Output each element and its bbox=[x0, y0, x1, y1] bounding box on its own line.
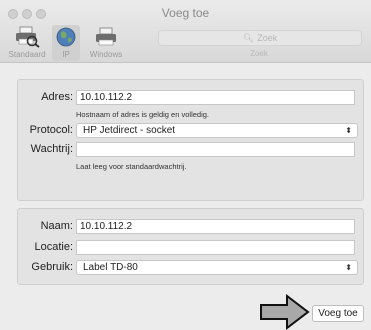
toolbar-item-label: Standaard bbox=[8, 50, 46, 59]
address-row: Adres: 10.10.112.2 bbox=[18, 90, 363, 105]
address-label: Adres: bbox=[41, 91, 73, 103]
queue-row: Wachtrij: bbox=[18, 142, 363, 157]
queue-label: Wachtrij: bbox=[30, 143, 73, 155]
annotation-arrow-icon bbox=[260, 294, 310, 330]
windows-printer-icon bbox=[96, 27, 116, 46]
protocol-value: HP Jetdirect - socket bbox=[83, 125, 176, 136]
protocol-row: Protocol: HP Jetdirect - socket ⬍ bbox=[18, 123, 363, 138]
updown-chevron-icon: ⬍ bbox=[345, 126, 352, 135]
window-title: Voeg toe bbox=[161, 6, 210, 20]
titlebar: Voeg toe Standaard IP Windows 🔍︎ Zoek Zo… bbox=[0, 0, 371, 63]
add-printer-window: Voeg toe Standaard IP Windows 🔍︎ Zoek Zo… bbox=[0, 0, 371, 330]
updown-chevron-icon: ⬍ bbox=[345, 263, 352, 272]
toolbar-item-label: Windows bbox=[89, 50, 123, 59]
search-label: Zoek bbox=[250, 49, 268, 58]
search-placeholder: Zoek bbox=[257, 33, 278, 43]
location-field[interactable] bbox=[76, 240, 355, 255]
name-field[interactable]: 10.10.112.2 bbox=[76, 219, 355, 234]
protocol-select[interactable]: HP Jetdirect - socket ⬍ bbox=[76, 123, 358, 138]
ip-globe-icon bbox=[56, 27, 76, 47]
location-label: Locatie: bbox=[34, 241, 73, 253]
connection-panel: Adres: 10.10.112.2 Hostnaam of adres is … bbox=[17, 79, 364, 201]
toolbar-item-ip[interactable]: IP bbox=[52, 25, 80, 61]
address-hint: Hostnaam of adres is geldig en volledig. bbox=[76, 110, 209, 119]
queue-field[interactable] bbox=[76, 142, 355, 157]
default-printer-icon bbox=[16, 26, 40, 48]
printer-details-panel: Naam: 10.10.112.2 Locatie: Gebruik: Labe… bbox=[17, 208, 364, 285]
toolbar-item-label: IP bbox=[62, 50, 70, 59]
toolbar-item-windows[interactable]: Windows bbox=[86, 25, 126, 61]
search-icon: 🔍︎ bbox=[242, 33, 255, 43]
address-field[interactable]: 10.10.112.2 bbox=[76, 90, 355, 105]
add-button[interactable]: Voeg toe bbox=[312, 305, 364, 322]
queue-hint: Laat leeg voor standaardwachtrij. bbox=[76, 162, 187, 171]
toolbar-item-default[interactable]: Standaard bbox=[3, 25, 51, 61]
use-value: Label TD-80 bbox=[83, 262, 138, 273]
location-row: Locatie: bbox=[18, 240, 363, 255]
use-label: Gebruik: bbox=[31, 261, 73, 273]
search-input[interactable]: 🔍︎ Zoek bbox=[158, 30, 362, 46]
use-select[interactable]: Label TD-80 ⬍ bbox=[76, 260, 358, 275]
use-row: Gebruik: Label TD-80 ⬍ bbox=[18, 260, 363, 275]
protocol-label: Protocol: bbox=[29, 124, 73, 136]
name-row: Naam: 10.10.112.2 bbox=[18, 219, 363, 234]
name-label: Naam: bbox=[40, 220, 73, 232]
